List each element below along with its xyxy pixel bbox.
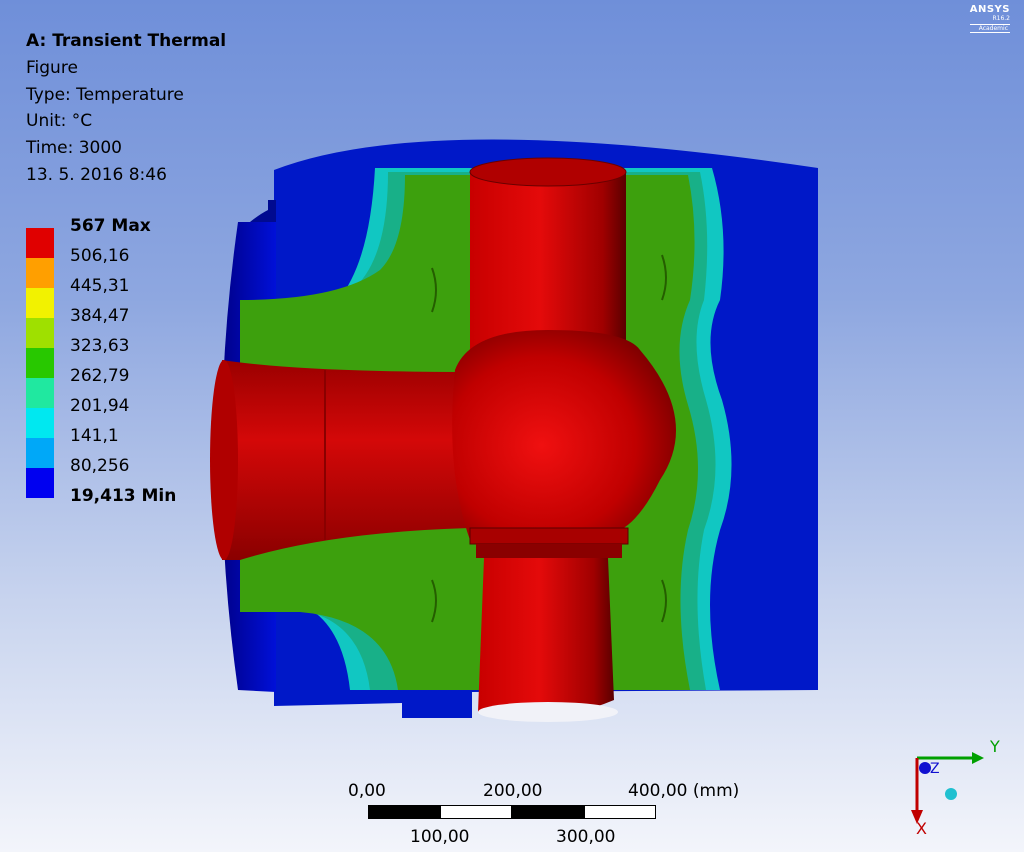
triad-x-label: X [916, 819, 927, 838]
y-arrow-icon [972, 752, 984, 764]
triad-y-label: Y [989, 737, 1000, 756]
view-sphere-icon[interactable] [945, 788, 957, 800]
triad-z-label: Z [930, 761, 940, 777]
coordinate-triad[interactable]: Y X Z [0, 0, 1024, 852]
